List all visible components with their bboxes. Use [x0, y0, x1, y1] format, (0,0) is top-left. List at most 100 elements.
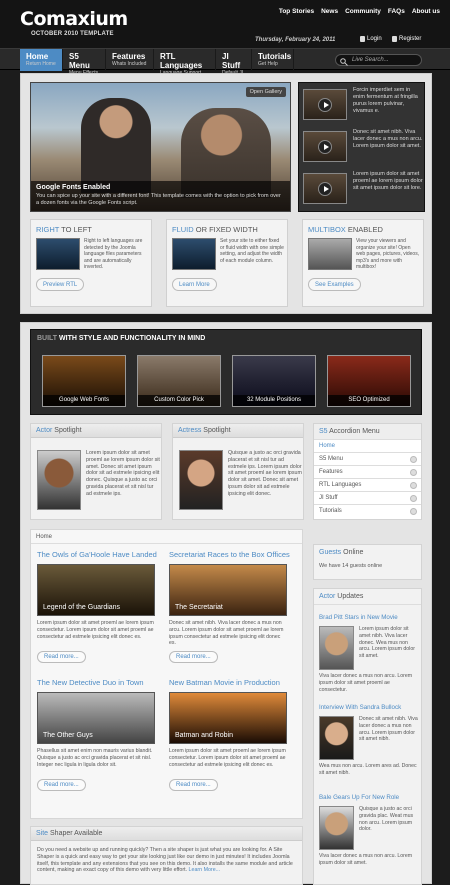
update-title[interactable]: Interview With Sandra Bullock	[319, 704, 401, 711]
article-text: Lorem ipsum dolor sit amet proeml ae lor…	[37, 620, 154, 640]
accordion-label: RTL Languages	[319, 482, 362, 488]
current-date: Thursday, February 24, 2011	[255, 37, 336, 43]
update-photo	[319, 806, 354, 850]
box-title: Actress Spotlight	[173, 424, 303, 438]
play-icon	[318, 140, 332, 154]
learn-more-button[interactable]: Learn More	[172, 278, 217, 291]
top-link-news[interactable]: News	[321, 8, 338, 15]
article-image[interactable]: The Other Guys	[37, 692, 155, 744]
menu-item-s5-menu[interactable]: S5 MenuMenu Effects	[63, 49, 106, 76]
update-title[interactable]: Brad Pitt Stars in New Movie	[319, 614, 398, 621]
lock-icon	[360, 36, 365, 42]
read-more-button[interactable]: Read more...	[169, 651, 218, 663]
actress-photo	[179, 450, 223, 510]
menu-title: Features	[112, 52, 146, 61]
actor-updates: Actor Updates Brad Pitt Stars in New Mov…	[313, 588, 422, 885]
site-logo[interactable]: Comaxium	[20, 8, 128, 30]
spotlight-text: Lorem ipsum dolor sit amet proeml ae lor…	[86, 450, 160, 497]
feature-title: MULTIBOX ENABLED	[308, 225, 383, 234]
showcase-item[interactable]: SEO Optimized	[327, 355, 411, 407]
accordion-item-s5-menu[interactable]: S5 Menu	[314, 453, 421, 466]
top-link-community[interactable]: Community	[345, 8, 381, 15]
article-text: Donec sit amet nibh. Viva lacer donec a …	[169, 620, 284, 647]
main-menu: HomeReturn Home S5 MenuMenu Effects Feat…	[0, 48, 450, 76]
menu-item-features[interactable]: Features Whats Included	[106, 49, 154, 71]
accordion-title: S5 Accordion Menu	[314, 424, 421, 440]
site-tagline: OCTOBER 2010 TEMPLATE	[31, 31, 114, 37]
menu-title: Home	[26, 52, 49, 61]
video-thumb[interactable]	[303, 173, 347, 204]
showcase-label: 32 Module Positions	[233, 395, 315, 406]
breadcrumb[interactable]: Home	[31, 530, 302, 544]
open-gallery-button[interactable]: Open Gallery	[245, 87, 286, 97]
menu-sub: Return Home	[26, 61, 56, 67]
article-image[interactable]: Legend of the Guardians	[37, 564, 155, 616]
slide-caption: Google Fonts Enabled You can spice up yo…	[31, 181, 290, 211]
updates-title: Actor Updates	[314, 589, 421, 605]
showcase-label: Google Web Fonts	[43, 395, 125, 406]
actor-photo	[37, 450, 81, 510]
video-item[interactable]: Lorem ipsum dolor sit amet proeml ae lor…	[303, 170, 424, 208]
menu-item-home[interactable]: Home Return Home	[20, 49, 63, 71]
top-link-top-stories[interactable]: Top Stories	[279, 8, 314, 15]
feature-multibox: MULTIBOX ENABLED View your viewers and o…	[302, 219, 424, 307]
read-more-button[interactable]: Read more...	[37, 651, 86, 663]
guests-title: Guests Online	[314, 545, 421, 560]
expand-icon	[410, 456, 417, 463]
showcase: BUILT WITH STYLE AND FUNCTIONALITY IN MI…	[30, 329, 422, 415]
accordion-item-home[interactable]: Home	[314, 440, 421, 453]
update-text-continued: Wea mus non arcu. Lorem ares ad. Donec s…	[319, 763, 417, 776]
accordion-item-ji-stuff[interactable]: JI Stuff	[314, 492, 421, 505]
actress-spotlight: Actress Spotlight Quisque a justo ac orc…	[172, 423, 304, 520]
menu-item-ji-stuff[interactable]: JI StuffDefault JI	[216, 49, 252, 76]
article-title[interactable]: The New Detective Duo in Town	[37, 678, 144, 687]
article-image-label: The Other Guys	[43, 732, 93, 739]
video-thumb[interactable]	[303, 89, 347, 120]
top-link-about[interactable]: About us	[412, 8, 440, 15]
update-title[interactable]: Bale Gears Up For New Role	[319, 794, 399, 801]
video-item[interactable]: Donec sit amet nibh. Viva lacer donec a …	[303, 128, 424, 166]
article-title[interactable]: New Batman Movie in Production	[169, 678, 280, 687]
feature-text: Right to left languages are detected by …	[84, 238, 143, 270]
article-title[interactable]: Secretariat Races to the Box Offices	[169, 550, 290, 559]
video-item[interactable]: Forcin imperdiet sem in enim fermentum a…	[303, 86, 424, 124]
updates-title-rest: Updates	[335, 593, 364, 600]
showcase-item[interactable]: 32 Module Positions	[232, 355, 316, 407]
expand-icon	[410, 482, 417, 489]
showcase-title: BUILT WITH STYLE AND FUNCTIONALITY IN MI…	[37, 335, 205, 342]
showcase-label: Custom Color Pick	[138, 395, 220, 406]
preview-rtl-button[interactable]: Preview RTL	[36, 278, 85, 291]
shaper-learn-more-link[interactable]: Learn More...	[189, 867, 221, 873]
read-more-button[interactable]: Read more...	[37, 779, 86, 791]
menu-title: RTL Languages	[160, 52, 203, 70]
register-link[interactable]: Register	[392, 36, 421, 42]
site-header: Comaxium OCTOBER 2010 TEMPLATE Top Stori…	[0, 0, 450, 48]
update-photo	[319, 626, 354, 670]
login-label: Login	[367, 36, 382, 42]
video-text: Donec sit amet nibh. Viva lacer donec a …	[353, 129, 423, 149]
article-title[interactable]: The Owls of Ga'Hoole Have Landed	[37, 550, 157, 559]
article-image[interactable]: Batman and Robin	[169, 692, 287, 744]
accordion-item-tutorials[interactable]: Tutorials	[314, 505, 421, 518]
menu-item-rtl[interactable]: RTL LanguagesLanguage Support	[154, 49, 216, 76]
guests-title-rest: Online	[341, 549, 364, 556]
expand-icon	[410, 508, 417, 515]
slide-caption-text: You can spice up your site with a differ…	[36, 193, 281, 206]
showcase-item[interactable]: Google Web Fonts	[42, 355, 126, 407]
login-link[interactable]: Login	[360, 36, 382, 42]
feature-title-rest: TO LEFT	[59, 225, 92, 234]
article-text: Phasellus sit amet enim non mauris variu…	[37, 748, 153, 768]
read-more-button[interactable]: Read more...	[169, 779, 218, 791]
search-input[interactable]: Live Search...	[335, 54, 422, 66]
video-thumb[interactable]	[303, 131, 347, 162]
menu-item-tutorials[interactable]: Tutorials Get Help	[252, 49, 294, 71]
menu-sub: Whats Included	[112, 61, 147, 67]
main-panel: BUILT WITH STYLE AND FUNCTIONALITY IN MI…	[20, 322, 432, 885]
slideshow[interactable]: Open Gallery Google Fonts Enabled You ca…	[30, 82, 291, 212]
see-examples-button[interactable]: See Examples	[308, 278, 361, 291]
top-link-faqs[interactable]: FAQs	[388, 8, 405, 15]
article-image[interactable]: The Secretariat	[169, 564, 287, 616]
showcase-item[interactable]: Custom Color Pick	[137, 355, 221, 407]
accordion-item-features[interactable]: Features	[314, 466, 421, 479]
accordion-item-rtl[interactable]: RTL Languages	[314, 479, 421, 492]
